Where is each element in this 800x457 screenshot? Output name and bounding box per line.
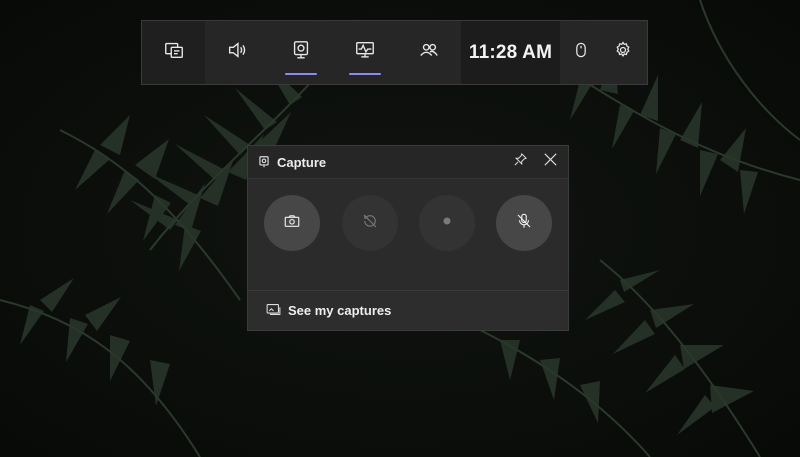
capture-header[interactable]: Capture [248,146,568,179]
gallery-icon [265,301,288,321]
close-button[interactable] [535,146,565,178]
game-bar: 11:28 AM [141,20,648,85]
pin-icon [513,152,528,172]
clock: 11:28 AM [461,21,560,84]
topbar-right-group [560,21,644,84]
speaker-icon [226,39,248,66]
people-icon [418,39,440,66]
widget-menu-icon [163,39,185,66]
capture-webcam-icon [257,155,271,169]
active-indicator [285,73,317,75]
mic-toggle-button[interactable] [496,195,552,251]
capture-widget-button[interactable] [269,21,333,84]
capture-widget: Capture See my captures [247,145,569,331]
pin-button[interactable] [505,146,535,178]
record-dot-icon [440,214,454,233]
mouse-button[interactable] [560,21,602,84]
gear-icon [613,40,633,65]
mic-off-icon [515,212,533,235]
active-indicator [349,73,381,75]
performance-widget-button[interactable] [333,21,397,84]
settings-button[interactable] [602,21,644,84]
capture-webcam-icon [290,39,312,66]
screenshot-button[interactable] [264,195,320,251]
record-last-button[interactable] [342,195,398,251]
widget-group [205,21,461,84]
rewind-record-icon [361,212,379,235]
capture-title: Capture [277,154,327,170]
audio-button[interactable] [205,21,269,84]
mouse-icon [571,40,591,65]
see-my-captures-link[interactable]: See my captures [248,290,568,330]
monitor-performance-icon [354,39,376,66]
social-widget-button[interactable] [397,21,461,84]
start-recording-button[interactable] [419,195,475,251]
capture-controls [248,179,568,291]
see-my-captures-label: See my captures [288,303,392,318]
camera-icon [283,212,301,235]
close-icon [542,151,559,173]
widget-menu-button[interactable] [142,21,205,84]
